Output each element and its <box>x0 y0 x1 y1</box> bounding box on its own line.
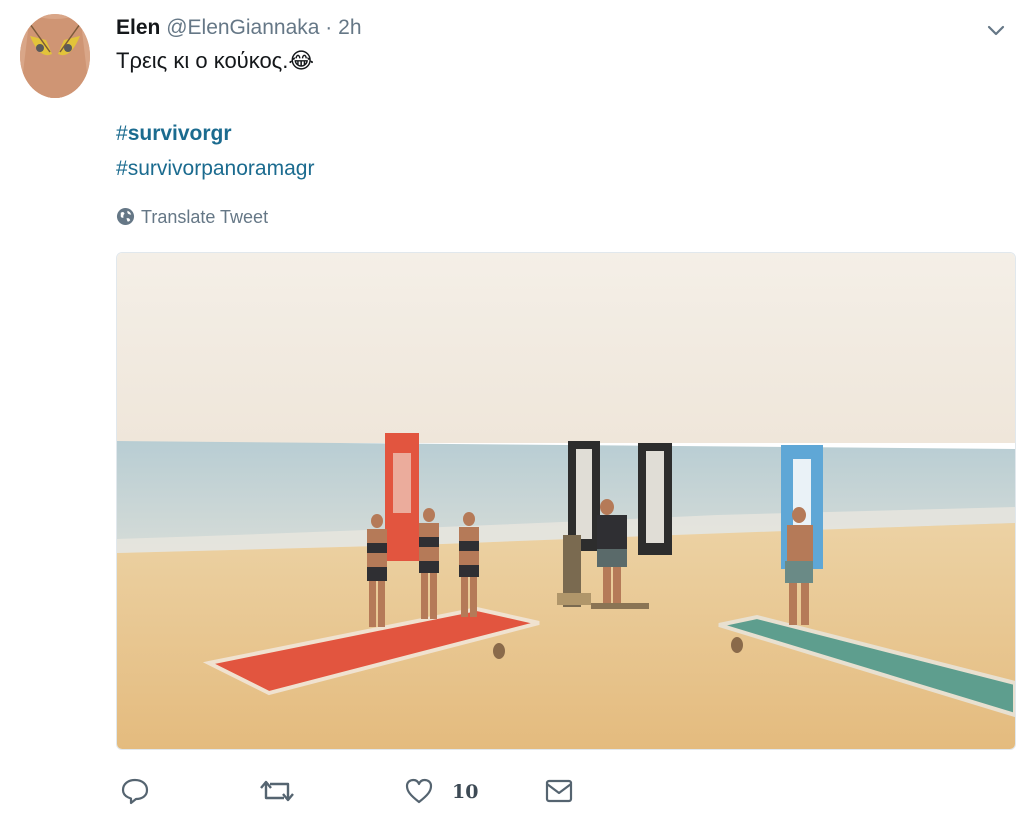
hashtag-text: survivorpanoramagr <box>127 157 315 180</box>
heart-icon <box>405 778 433 804</box>
direct-message-button[interactable] <box>544 776 574 811</box>
author-name[interactable]: Elen <box>116 16 160 39</box>
hashtag-link[interactable]: #survivorgr <box>116 120 232 148</box>
separator-dot: · <box>325 16 333 39</box>
tears-of-joy-emoji: 😂 <box>288 48 315 73</box>
hashtag-link[interactable]: #survivorpanoramagr <box>116 155 314 183</box>
author-handle[interactable]: @ElenGiannaka <box>166 16 319 39</box>
translate-label: Translate Tweet <box>141 207 269 227</box>
envelope-icon <box>545 779 573 803</box>
like-count: 10 <box>452 781 479 803</box>
retweet-icon <box>260 780 294 802</box>
hashtag-symbol: # <box>116 122 128 145</box>
hashtag-text: survivorgr <box>127 122 232 145</box>
tweet-timestamp[interactable]: 2h <box>338 16 361 39</box>
beach-photo <box>117 253 1015 749</box>
reply-icon <box>121 778 149 805</box>
tweet-media[interactable] <box>116 252 1016 750</box>
avatar-image <box>20 14 90 98</box>
tweet-text-body: Τρεις κι ο κούκος. <box>116 48 289 73</box>
tweet-text: Τρεις κι ο κούκος.😂 <box>116 46 314 76</box>
chevron-down-icon[interactable] <box>983 18 1009 44</box>
reply-button[interactable] <box>120 776 150 811</box>
avatar[interactable] <box>20 14 90 98</box>
translate-tweet-link[interactable]: Translate Tweet <box>116 204 268 230</box>
tweet-header: Elen @ElenGiannaka · 2h <box>116 14 362 42</box>
like-button[interactable] <box>404 776 434 811</box>
hashtag-symbol: # <box>116 157 128 180</box>
retweet-button[interactable] <box>260 776 294 811</box>
globe-icon <box>116 207 135 226</box>
